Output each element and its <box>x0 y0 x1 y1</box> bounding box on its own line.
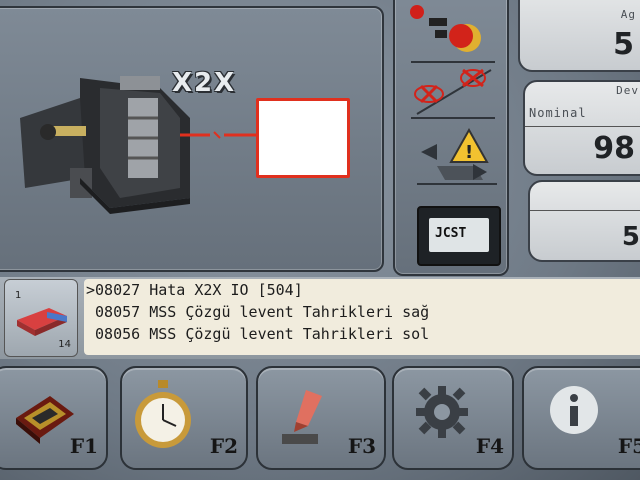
stat-box-3: 5 <box>528 180 640 262</box>
controller-label: JCST <box>435 226 467 241</box>
alarm-counter-bottom: 14 <box>58 339 71 350</box>
stat-box-1: Ag 5 <box>518 0 640 72</box>
f5-label: F5 <box>617 434 640 458</box>
controller-icon[interactable]: JCST <box>417 206 501 266</box>
f2-button[interactable]: F2 <box>120 366 248 470</box>
svg-text:!: ! <box>465 142 473 163</box>
f1-label: F1 <box>69 434 98 458</box>
info-icon <box>550 386 598 434</box>
stat-value: 5 <box>621 222 640 252</box>
edit-hand-icon <box>282 390 322 444</box>
f2-label: F2 <box>209 434 238 458</box>
machine-title: X2X <box>172 68 237 98</box>
yarn-break-icon[interactable] <box>411 56 495 122</box>
f4-button[interactable]: F4 <box>392 366 514 470</box>
stat-value: 98 <box>593 131 635 166</box>
stopwatch-icon <box>135 380 191 448</box>
eraser-icon <box>17 308 67 336</box>
f4-label: F4 <box>475 434 504 458</box>
stat-label: Ag <box>620 8 636 21</box>
stat-box-2: Dev Nominal 98 <box>523 80 640 176</box>
f3-button[interactable]: F3 <box>256 366 386 470</box>
f3-label: F3 <box>347 434 376 458</box>
stat-label: Nominal <box>529 106 587 120</box>
f1-button[interactable]: F1 <box>0 366 108 470</box>
io-module-box[interactable] <box>256 98 350 178</box>
stat-value: 5 <box>613 27 634 62</box>
stat-label-top: Dev <box>616 84 639 97</box>
alarm-row[interactable]: 08057 MSS Çözgü levent Tahrikleri sağ <box>86 303 429 321</box>
machine-overview-panel: X2X <box>0 6 384 272</box>
alarm-row[interactable]: 08056 MSS Çözgü levent Tahrikleri sol <box>86 325 429 343</box>
alarm-counter-top: 1 <box>15 290 22 301</box>
alarm-list[interactable]: >08027 Hata X2X IO [504] 08057 MSS Çözgü… <box>84 279 640 355</box>
connection-line <box>180 131 258 139</box>
warning-icon[interactable]: ! <box>417 126 497 186</box>
alarm-row[interactable]: >08027 Hata X2X IO [504] <box>86 281 303 299</box>
gear-icon <box>416 386 468 438</box>
stop-lamp-icon[interactable] <box>405 2 495 56</box>
f5-button[interactable]: F5 <box>522 366 640 470</box>
status-icon-column: ! JCST <box>393 0 509 276</box>
alarm-counter-button[interactable]: 1 14 <box>4 279 78 357</box>
